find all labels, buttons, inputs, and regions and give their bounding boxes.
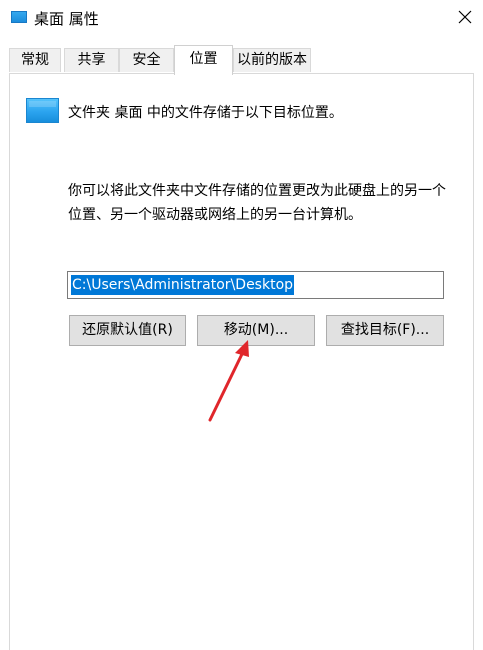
- desktop-folder-icon: [11, 11, 27, 23]
- tab-strip: 常规 共享 安全 位置 以前的版本: [9, 45, 479, 75]
- path-input-value: C:\Users\Administrator\Desktop: [71, 275, 295, 295]
- tab-location[interactable]: 位置: [174, 45, 233, 75]
- window-title: 桌面 属性: [34, 10, 99, 28]
- path-input[interactable]: C:\Users\Administrator\Desktop: [67, 271, 444, 299]
- close-icon: [458, 10, 472, 24]
- move-button[interactable]: 移动(M)...: [197, 315, 315, 346]
- title-bar: 桌面 属性: [0, 0, 483, 34]
- tab-sharing[interactable]: 共享: [64, 48, 119, 72]
- folder-icon: [26, 98, 59, 123]
- properties-dialog: 桌面 属性 常规 共享 安全 位置 以前的版本 文件夹 桌面 中的文件存储于以下…: [0, 0, 483, 650]
- location-header-text: 文件夹 桌面 中的文件存储于以下目标位置。: [68, 105, 343, 121]
- find-target-button[interactable]: 查找目标(F)...: [326, 315, 444, 346]
- location-tab-panel: [9, 73, 474, 650]
- tab-previous-versions[interactable]: 以前的版本: [233, 48, 311, 72]
- description-line-1: 你可以将此文件夹中文件存储的位置更改为此硬盘上的另一个: [68, 183, 446, 199]
- close-button[interactable]: [447, 2, 483, 32]
- restore-default-button[interactable]: 还原默认值(R): [69, 315, 186, 346]
- tab-security[interactable]: 安全: [119, 48, 174, 72]
- description-line-2: 位置、另一个驱动器或网络上的另一台计算机。: [68, 207, 362, 223]
- tab-general[interactable]: 常规: [9, 48, 61, 72]
